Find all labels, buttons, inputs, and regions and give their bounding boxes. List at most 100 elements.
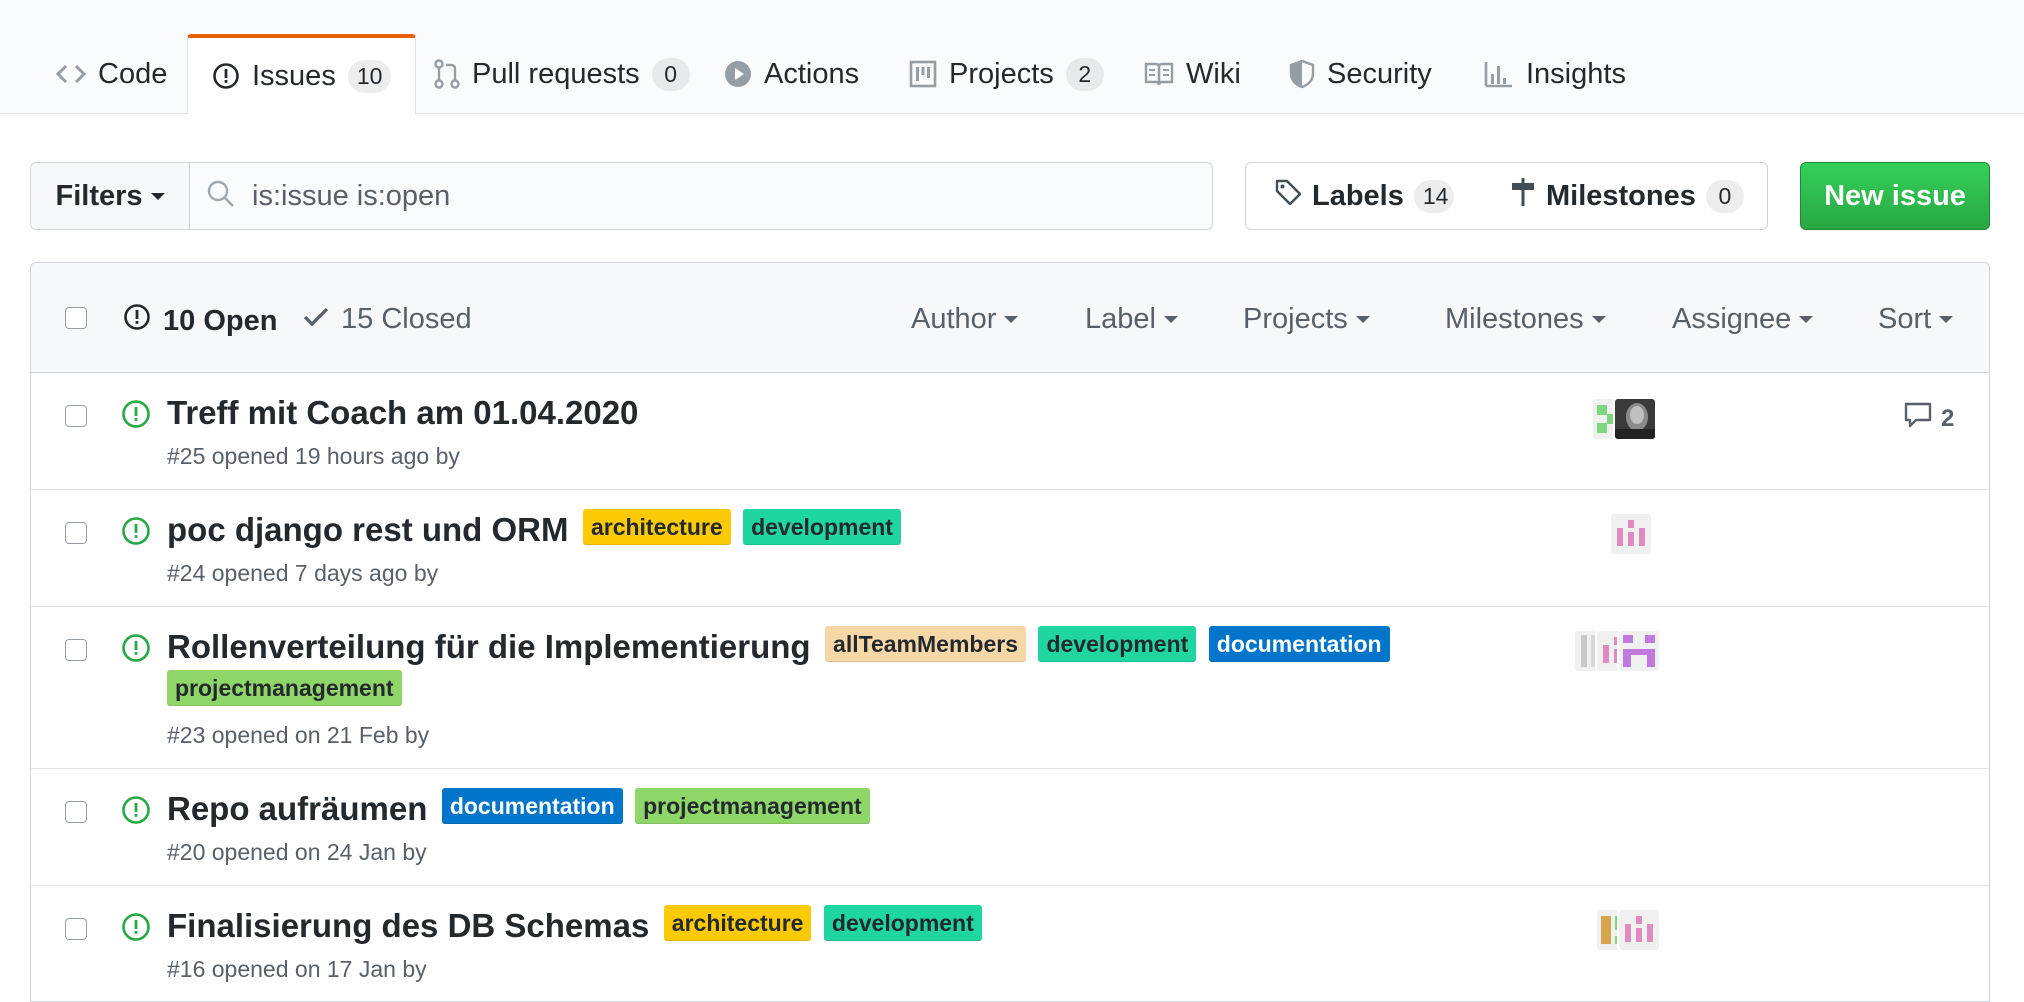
issue-meta: #23 opened on 21 Feb by bbox=[167, 722, 430, 748]
label-development[interactable]: development bbox=[823, 905, 982, 941]
avatar[interactable] bbox=[1619, 631, 1659, 671]
tab-wiki[interactable]: Wiki bbox=[1120, 34, 1265, 114]
issue-title-line: Finalisierung des DB Schemas architectur… bbox=[167, 904, 1447, 948]
chevron-down-icon bbox=[1799, 316, 1814, 323]
tab-counter: 2 bbox=[1065, 57, 1104, 91]
book-icon bbox=[1144, 61, 1174, 87]
issue-title-link[interactable]: Treff mit Coach am 01.04.2020 bbox=[167, 394, 638, 431]
issue-title-line: Treff mit Coach am 01.04.2020 bbox=[167, 391, 1447, 435]
projects-filter-menu[interactable]: Projects bbox=[1243, 303, 1370, 336]
assignees bbox=[1575, 631, 1659, 671]
label-allteammembers[interactable]: allTeamMembers bbox=[825, 626, 1026, 662]
code-icon bbox=[56, 62, 86, 86]
issue-checkbox[interactable] bbox=[65, 522, 87, 544]
menu-label: Label bbox=[1085, 303, 1156, 335]
tab-counter: 10 bbox=[347, 59, 392, 93]
chevron-down-icon bbox=[1163, 316, 1178, 323]
issue-checkbox[interactable] bbox=[65, 801, 87, 823]
issue-title-link[interactable]: Repo aufräumen bbox=[167, 790, 427, 827]
chevron-down-icon bbox=[1004, 316, 1019, 323]
filters-label: Filters bbox=[55, 179, 143, 212]
issue-checkbox[interactable] bbox=[65, 918, 87, 940]
issue-title-link[interactable]: Rollenverteilung für die Implementierung bbox=[167, 628, 811, 665]
select-all-checkbox[interactable] bbox=[65, 307, 87, 329]
graph-icon bbox=[1484, 60, 1514, 88]
label-projectmanagement[interactable]: projectmanagement bbox=[167, 670, 402, 706]
comment-icon bbox=[1903, 401, 1933, 436]
issue-title-line: poc django rest und ORM architecture dev… bbox=[167, 508, 1447, 552]
menu-label: Projects bbox=[1243, 303, 1348, 335]
labels-label: Labels bbox=[1312, 179, 1404, 212]
label-architecture[interactable]: architecture bbox=[582, 509, 731, 545]
assignee-filter-menu[interactable]: Assignee bbox=[1672, 303, 1814, 336]
label-development[interactable]: development bbox=[1038, 626, 1197, 662]
chevron-down-icon bbox=[150, 192, 165, 200]
milestones-button[interactable]: Milestones 0 bbox=[1482, 162, 1768, 230]
check-icon bbox=[303, 303, 329, 336]
chevron-down-icon bbox=[1939, 316, 1954, 323]
comments-link[interactable]: 2 bbox=[1903, 401, 1954, 436]
milestones-filter-menu[interactable]: Milestones bbox=[1445, 303, 1606, 336]
issue-checkbox[interactable] bbox=[65, 639, 87, 661]
issues-toolbar: Filters Labels 14 Milestones 0 New issue bbox=[0, 162, 2024, 230]
menu-label: Milestones bbox=[1445, 303, 1584, 335]
issue-row[interactable]: Finalisierung des DB Schemas architectur… bbox=[31, 886, 1989, 1001]
issue-meta: #20 opened on 24 Jan by bbox=[167, 839, 427, 865]
label-projectmanagement[interactable]: projectmanagement bbox=[635, 788, 870, 824]
issue-row[interactable]: poc django rest und ORM architecture dev… bbox=[31, 490, 1989, 607]
issue-opened-icon bbox=[121, 399, 151, 434]
labels-button[interactable]: Labels 14 bbox=[1245, 162, 1483, 230]
new-issue-button[interactable]: New issue bbox=[1800, 162, 1990, 230]
label-documentation[interactable]: documentation bbox=[441, 788, 623, 824]
repo-nav: Code Issues 10 Pull requests 0 Actions P… bbox=[0, 0, 2024, 115]
label-documentation[interactable]: documentation bbox=[1208, 626, 1390, 662]
issue-opened-icon bbox=[121, 516, 151, 551]
menu-label: Assignee bbox=[1672, 303, 1792, 335]
filters-button[interactable]: Filters bbox=[30, 162, 190, 230]
tab-projects[interactable]: Projects 2 bbox=[885, 34, 1128, 114]
label-filter-menu[interactable]: Label bbox=[1085, 303, 1178, 336]
tab-code[interactable]: Code bbox=[32, 34, 191, 114]
tab-actions[interactable]: Actions bbox=[700, 34, 883, 114]
issue-title-link[interactable]: poc django rest und ORM bbox=[167, 511, 569, 548]
avatar[interactable] bbox=[1611, 514, 1651, 554]
tab-pull-requests[interactable]: Pull requests 0 bbox=[410, 34, 714, 114]
issue-opened-icon bbox=[121, 633, 151, 668]
label-development[interactable]: development bbox=[743, 509, 901, 545]
tab-label: Issues bbox=[252, 59, 336, 92]
tab-security[interactable]: Security bbox=[1265, 34, 1456, 114]
tab-insights[interactable]: Insights bbox=[1460, 34, 1650, 114]
tab-counter: 0 bbox=[651, 57, 690, 91]
labels-counter: 14 bbox=[1413, 179, 1454, 213]
tab-label: Insights bbox=[1526, 57, 1626, 90]
search-input[interactable] bbox=[250, 178, 1154, 214]
issue-checkbox[interactable] bbox=[65, 405, 87, 427]
project-icon bbox=[909, 60, 937, 88]
tab-issues[interactable]: Issues 10 bbox=[187, 34, 417, 115]
tag-icon bbox=[1274, 178, 1302, 214]
issue-title-link[interactable]: Finalisierung des DB Schemas bbox=[167, 907, 649, 944]
issue-row[interactable]: Rollenverteilung für die Implementierung… bbox=[31, 607, 1989, 769]
issue-row[interactable]: Treff mit Coach am 01.04.2020 #25 opened… bbox=[31, 373, 1989, 490]
avatar[interactable] bbox=[1619, 910, 1659, 950]
label-architecture[interactable]: architecture bbox=[663, 905, 812, 941]
open-issues-link[interactable]: 10 Open bbox=[123, 303, 277, 339]
milestone-icon bbox=[1510, 176, 1536, 216]
search-icon bbox=[206, 179, 236, 214]
menu-label: Sort bbox=[1878, 303, 1932, 335]
issue-row[interactable]: Repo aufräumen documentation projectmana… bbox=[31, 769, 1989, 886]
avatar[interactable] bbox=[1615, 399, 1655, 439]
comment-count: 2 bbox=[1941, 404, 1955, 432]
sort-menu[interactable]: Sort bbox=[1878, 303, 1954, 336]
milestones-counter: 0 bbox=[1705, 179, 1744, 213]
menu-label: Author bbox=[911, 303, 997, 335]
issue-title-line: Repo aufräumen documentation projectmana… bbox=[167, 787, 1447, 831]
shield-icon bbox=[1289, 59, 1315, 89]
issue-opened-icon bbox=[212, 62, 240, 90]
chevron-down-icon bbox=[1591, 316, 1606, 323]
closed-issues-link[interactable]: 15 Closed bbox=[303, 303, 472, 336]
search-field bbox=[189, 162, 1213, 230]
assignees bbox=[1597, 910, 1659, 950]
tab-label: Code bbox=[98, 57, 168, 90]
author-filter-menu[interactable]: Author bbox=[911, 303, 1019, 336]
